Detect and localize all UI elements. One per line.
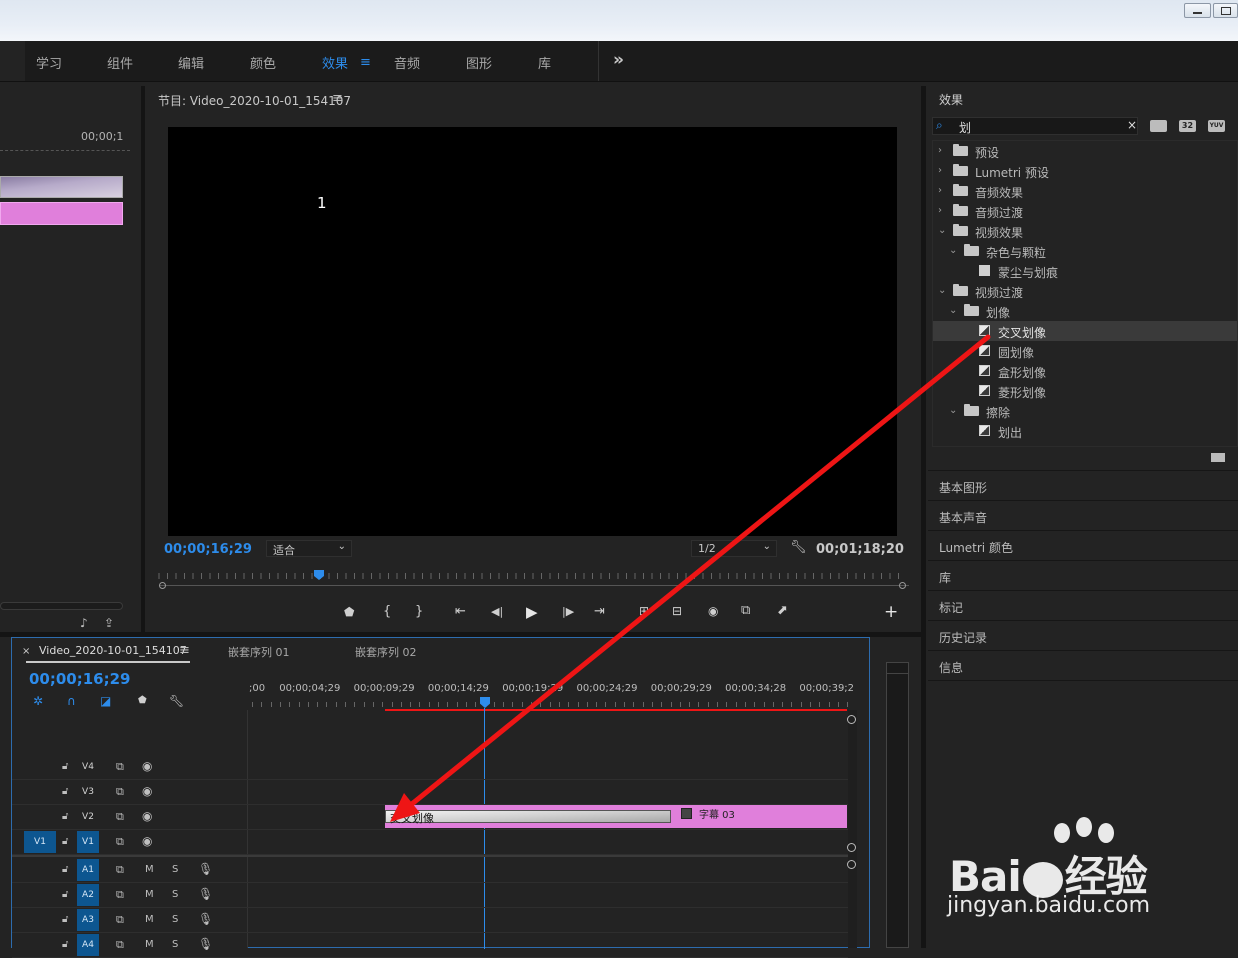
arrow-head bbox=[390, 793, 420, 822]
baidu-watermark: Bai 经验 jingyan.baidu.com bbox=[945, 815, 1185, 925]
watermark-url: jingyan.baidu.com bbox=[947, 893, 1151, 918]
arrow-shaft bbox=[399, 334, 991, 815]
annotation-arrow bbox=[390, 334, 991, 822]
baidu-paw-logo bbox=[1054, 817, 1114, 843]
